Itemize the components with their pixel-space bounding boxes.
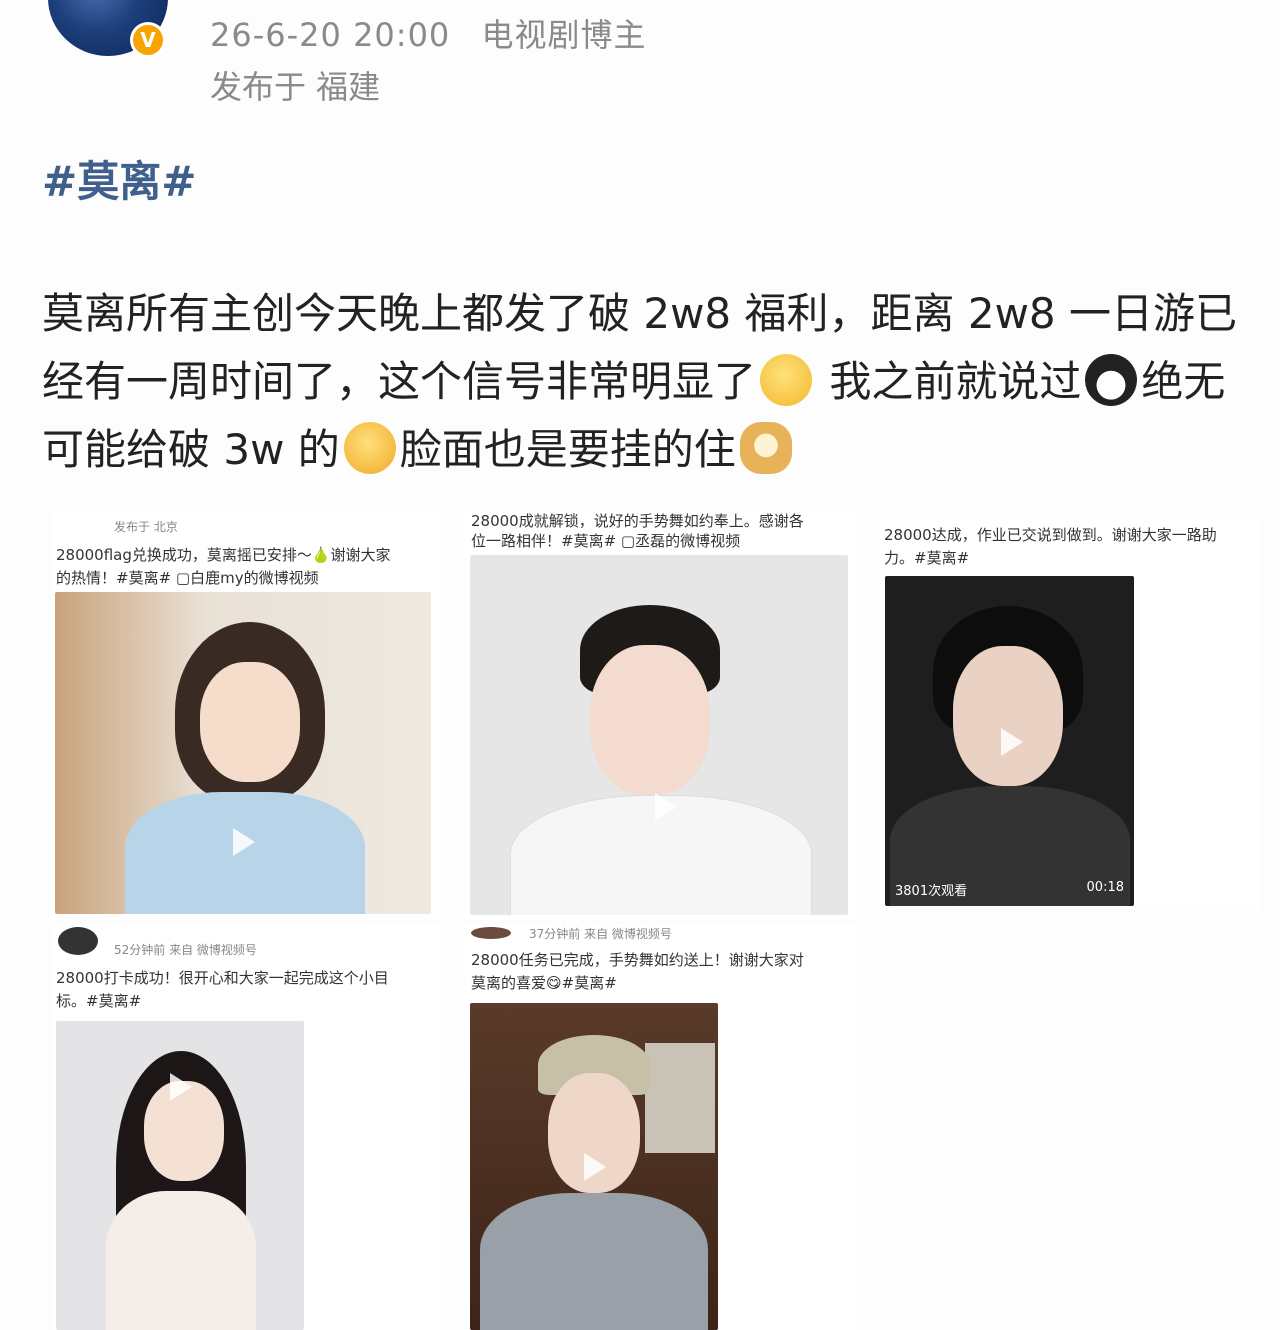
- card-caption: 位一路相伴！#莫离# ▢丞磊的微博视频: [471, 532, 741, 550]
- card-meta: 52分钟前 来自 微博视频号: [114, 943, 257, 957]
- card-meta: 发布于 北京: [114, 520, 178, 534]
- penguin-emoji-icon: [1085, 354, 1138, 406]
- person-face: [590, 645, 710, 795]
- post-time: 26-6-20 20:00: [210, 16, 451, 54]
- card-caption: 28000任务已完成，手势舞如约送上！谢谢大家对 莫离的喜爱😋#莫离#: [471, 951, 804, 992]
- video-card-2[interactable]: 28000成就解锁，说好的手势舞如约奉上。感谢各 位一路相伴！#莫离# ▢丞磊的…: [465, 510, 855, 920]
- topic-link[interactable]: #莫离#: [42, 148, 196, 209]
- post-location: 发布于 福建: [210, 68, 381, 106]
- play-icon[interactable]: [233, 828, 255, 856]
- video-thumbnail[interactable]: [56, 1021, 304, 1330]
- play-icon[interactable]: [1001, 728, 1023, 756]
- play-icon[interactable]: [584, 1153, 606, 1181]
- card-caption: 28000达成，作业已交说到做到。谢谢大家一路助 力。#莫离#: [884, 526, 1217, 567]
- post-text-4: 脸面也是要挂的住: [399, 425, 736, 474]
- card-caption: 28000打卡成功！很开心和大家一起完成这个小目 标。#莫离#: [56, 969, 389, 1010]
- post-text: 莫离所有主创今天晚上都发了破 2w8 福利，距离 2w8 一日游已经有一周时间了…: [42, 280, 1257, 484]
- card-caption: 28000flag兑换成功，莫离摇已安排～🍐谢谢大家 的热情！#莫离# ▢白鹿m…: [56, 546, 391, 587]
- post-meta: 26-6-20 20:00 电视剧博主: [210, 10, 646, 56]
- author-title: 电视剧博主: [481, 16, 647, 54]
- video-thumbnail[interactable]: [470, 1003, 718, 1330]
- card-meta: 37分钟前 来自 微博视频号: [529, 927, 672, 941]
- video-duration: 00:18: [1086, 880, 1124, 895]
- video-thumbnail[interactable]: 3801次观看 00:18: [885, 576, 1134, 906]
- author-avatar[interactable]: [471, 927, 511, 939]
- play-icon[interactable]: [655, 793, 677, 821]
- person-face: [953, 646, 1063, 786]
- person-face: [200, 662, 300, 782]
- person-outfit: [480, 1193, 708, 1330]
- doge-emoji-icon: [739, 422, 792, 474]
- video-thumbnail[interactable]: [470, 555, 848, 915]
- smirk-emoji-icon: [760, 354, 813, 406]
- person-outfit: [106, 1191, 256, 1330]
- tongue-emoji-icon: [343, 422, 396, 474]
- video-card-1[interactable]: 发布于 北京 28000flag兑换成功，莫离摇已安排～🍐谢谢大家 的热情！#莫…: [50, 510, 440, 920]
- wall-painting: [645, 1043, 715, 1153]
- video-card-5[interactable]: 37分钟前 来自 微博视频号 28000任务已完成，手势舞如约送上！谢谢大家对 …: [465, 925, 855, 1330]
- video-card-4[interactable]: 52分钟前 来自 微博视频号 28000打卡成功！很开心和大家一起完成这个小目 …: [50, 925, 440, 1330]
- play-icon[interactable]: [170, 1073, 192, 1101]
- post-text-2: 我之前就说过: [816, 357, 1082, 406]
- verified-badge-icon: V: [130, 22, 166, 58]
- video-thumbnail[interactable]: [55, 592, 431, 914]
- video-card-3[interactable]: 28000达成，作业已交说到做到。谢谢大家一路助 力。#莫离# 3801次观看 …: [880, 520, 1260, 910]
- view-count: 3801次观看: [895, 884, 968, 899]
- author-avatar[interactable]: [58, 927, 98, 955]
